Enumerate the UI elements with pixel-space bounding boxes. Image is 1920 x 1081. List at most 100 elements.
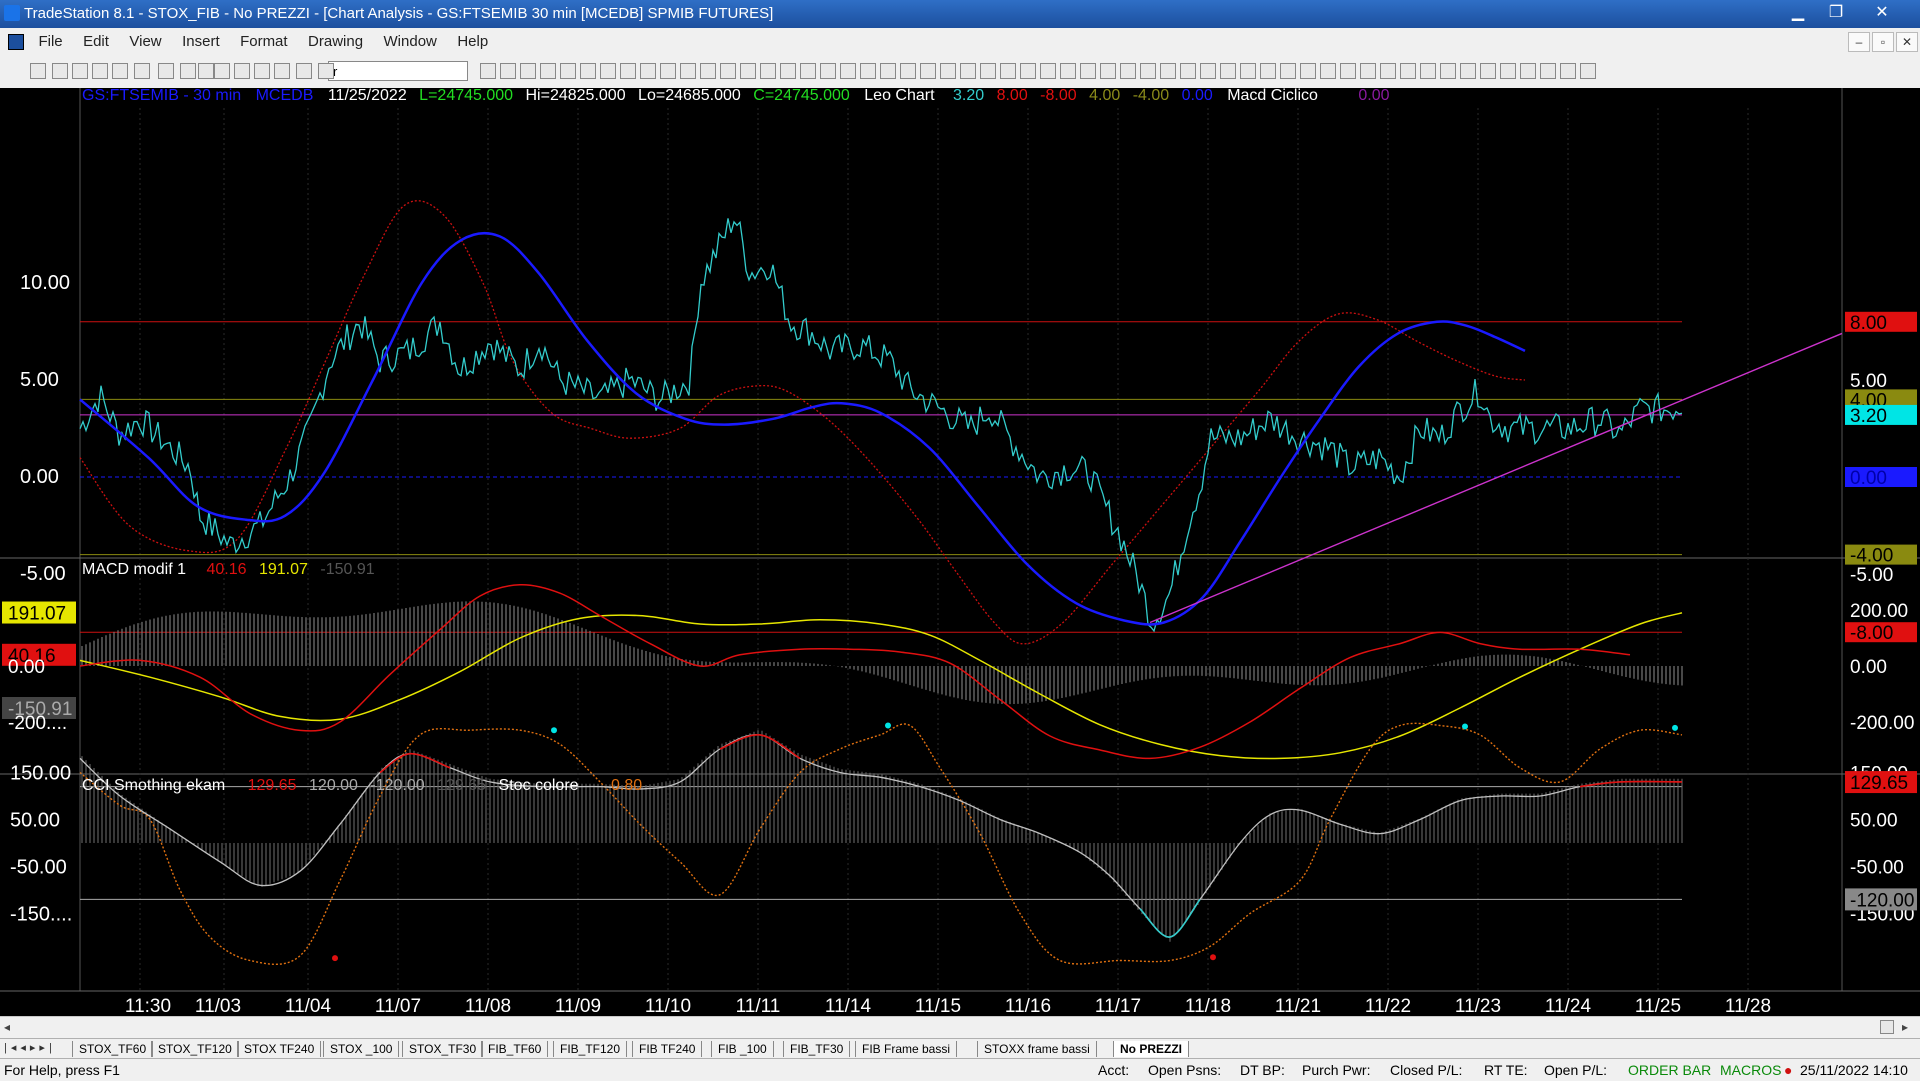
toolbar-tool-53-icon[interactable]	[1240, 63, 1256, 79]
mdi-restore-button[interactable]: ▫	[1872, 32, 1894, 52]
toolbar-tool-54-icon[interactable]	[1260, 63, 1276, 79]
toolbar-tool-16-icon[interactable]	[500, 63, 516, 79]
toolbar-tool-35-icon[interactable]	[880, 63, 896, 79]
toolbar-tool-60-icon[interactable]	[1380, 63, 1396, 79]
toolbar-tool-59-icon[interactable]	[1360, 63, 1376, 79]
scroll-thumb[interactable]	[1880, 1020, 1894, 1034]
toolbar-tool-69-icon[interactable]	[1560, 63, 1576, 79]
toolbar-tool-4-icon[interactable]	[112, 63, 128, 79]
toolbar-tool-30-icon[interactable]	[780, 63, 796, 79]
toolbar-tool-23-icon[interactable]	[640, 63, 656, 79]
toolbar-tool-51-icon[interactable]	[1200, 63, 1216, 79]
scroll-right-arrow-icon[interactable]: ▸	[1902, 1020, 1908, 1034]
toolbar-tool-0-icon[interactable]	[30, 63, 46, 79]
symbol-combo[interactable]: r	[328, 61, 468, 81]
tab-fib-tf30[interactable]: FIB_TF30	[783, 1041, 851, 1057]
toolbar-tool-5-icon[interactable]	[134, 63, 150, 79]
toolbar-tool-46-icon[interactable]	[1100, 63, 1116, 79]
toolbar-tool-9-icon[interactable]	[214, 63, 230, 79]
toolbar-tool-45-icon[interactable]	[1080, 63, 1096, 79]
toolbar-tool-62-icon[interactable]	[1420, 63, 1436, 79]
menu-format[interactable]: Format	[232, 28, 296, 56]
menu-file[interactable]: File	[30, 28, 70, 56]
macros-button[interactable]: MACROS	[1720, 1062, 1781, 1078]
tab-stox-tf120[interactable]: STOX_TF120	[151, 1041, 239, 1057]
menu-insert[interactable]: Insert	[174, 28, 228, 56]
toolbar-tool-17-icon[interactable]	[520, 63, 536, 79]
toolbar-tool-31-icon[interactable]	[800, 63, 816, 79]
toolbar-tool-68-icon[interactable]	[1540, 63, 1556, 79]
toolbar-tool-14-icon[interactable]	[318, 63, 334, 79]
toolbar-tool-64-icon[interactable]	[1460, 63, 1476, 79]
tab-stox-tf60[interactable]: STOX_TF60	[72, 1041, 154, 1057]
tab-stox-tf30[interactable]: STOX_TF30	[402, 1041, 484, 1057]
horizontal-scrollbar[interactable]: ◂ ▸	[0, 1016, 1920, 1039]
toolbar-tool-28-icon[interactable]	[740, 63, 756, 79]
document-icon[interactable]	[0, 28, 26, 56]
tab-stox-tf240[interactable]: STOX TF240	[237, 1041, 322, 1057]
toolbar-tool-56-icon[interactable]	[1300, 63, 1316, 79]
tab-stox-100[interactable]: STOX _100	[323, 1041, 400, 1057]
toolbar-tool-32-icon[interactable]	[820, 63, 836, 79]
toolbar-tool-1-icon[interactable]	[52, 63, 68, 79]
scroll-left-arrow-icon[interactable]: ◂	[4, 1020, 10, 1034]
toolbar-tool-19-icon[interactable]	[560, 63, 576, 79]
toolbar-tool-25-icon[interactable]	[680, 63, 696, 79]
toolbar-tool-67-icon[interactable]	[1520, 63, 1536, 79]
toolbar-tool-50-icon[interactable]	[1180, 63, 1196, 79]
toolbar-tool-13-icon[interactable]	[296, 63, 312, 79]
toolbar-tool-40-icon[interactable]	[980, 63, 996, 79]
menu-drawing[interactable]: Drawing	[300, 28, 371, 56]
mdi-close-button[interactable]: ✕	[1896, 32, 1918, 52]
tab-fib-tf60[interactable]: FIB_TF60	[481, 1041, 549, 1057]
toolbar-tool-20-icon[interactable]	[580, 63, 596, 79]
tab-no-prezzi[interactable]: No PREZZI	[1113, 1041, 1189, 1057]
toolbar-tool-11-icon[interactable]	[254, 63, 270, 79]
toolbar-tool-10-icon[interactable]	[234, 63, 250, 79]
toolbar-tool-48-icon[interactable]	[1140, 63, 1156, 79]
toolbar-tool-41-icon[interactable]	[1000, 63, 1016, 79]
menu-view[interactable]: View	[121, 28, 169, 56]
tab-stoxx-frame-bassi[interactable]: STOXX frame bassi	[977, 1041, 1097, 1057]
toolbar-tool-6-icon[interactable]	[158, 63, 174, 79]
toolbar-tool-29-icon[interactable]	[760, 63, 776, 79]
menu-help[interactable]: Help	[449, 28, 496, 56]
toolbar-tool-39-icon[interactable]	[960, 63, 976, 79]
toolbar-tool-65-icon[interactable]	[1480, 63, 1496, 79]
toolbar-tool-55-icon[interactable]	[1280, 63, 1296, 79]
toolbar-tool-22-icon[interactable]	[620, 63, 636, 79]
toolbar-tool-37-icon[interactable]	[920, 63, 936, 79]
toolbar-tool-42-icon[interactable]	[1020, 63, 1036, 79]
tab-fib-frame-bassi[interactable]: FIB Frame bassi	[855, 1041, 958, 1057]
tab-fib-tf240[interactable]: FIB TF240	[632, 1041, 703, 1057]
toolbar-tool-27-icon[interactable]	[720, 63, 736, 79]
tab-scroll-arrows-icon[interactable]: |◂◂▸▸|	[4, 1041, 56, 1054]
toolbar-tool-34-icon[interactable]	[860, 63, 876, 79]
tab-fib-tf120[interactable]: FIB_TF120	[553, 1041, 628, 1057]
toolbar-tool-12-icon[interactable]	[274, 63, 290, 79]
toolbar-tool-57-icon[interactable]	[1320, 63, 1336, 79]
toolbar-tool-15-icon[interactable]	[480, 63, 496, 79]
menu-edit[interactable]: Edit	[75, 28, 117, 56]
chart-canvas[interactable]: 10.00 5.00 0.00 -5.00 8.00 5.00 4.00 3.20 0.00 -4…	[0, 87, 1920, 1017]
toolbar-tool-43-icon[interactable]	[1040, 63, 1056, 79]
toolbar-tool-58-icon[interactable]	[1340, 63, 1356, 79]
toolbar-tool-3-icon[interactable]	[92, 63, 108, 79]
toolbar-tool-21-icon[interactable]	[600, 63, 616, 79]
toolbar-tool-66-icon[interactable]	[1500, 63, 1516, 79]
toolbar-tool-61-icon[interactable]	[1400, 63, 1416, 79]
toolbar-tool-49-icon[interactable]	[1160, 63, 1176, 79]
restore-button[interactable]: ❐	[1818, 2, 1854, 24]
mdi-minimize-button[interactable]: –	[1848, 32, 1870, 52]
toolbar-tool-18-icon[interactable]	[540, 63, 556, 79]
toolbar-tool-7-icon[interactable]	[180, 63, 196, 79]
toolbar-tool-2-icon[interactable]	[72, 63, 88, 79]
toolbar-tool-33-icon[interactable]	[840, 63, 856, 79]
minimize-button[interactable]: ▁	[1780, 2, 1816, 24]
toolbar-tool-24-icon[interactable]	[660, 63, 676, 79]
toolbar-tool-44-icon[interactable]	[1060, 63, 1076, 79]
toolbar-tool-63-icon[interactable]	[1440, 63, 1456, 79]
chart-analysis-window[interactable]: 10.00 5.00 0.00 -5.00 8.00 5.00 4.00 3.20 0.00 -4…	[0, 87, 1920, 1017]
toolbar-tool-36-icon[interactable]	[900, 63, 916, 79]
menu-window[interactable]: Window	[376, 28, 445, 56]
